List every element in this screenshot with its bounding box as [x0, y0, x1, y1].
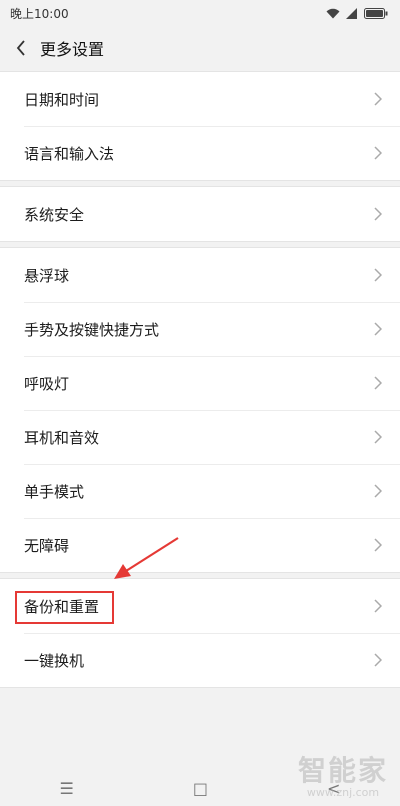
settings-item-accessibility[interactable]: 无障碍 — [0, 518, 400, 572]
settings-group-1: 日期和时间 语言和输入法 — [0, 71, 400, 181]
menu-button[interactable]: ☰ — [60, 779, 74, 798]
chevron-right-icon — [374, 653, 382, 667]
home-button[interactable]: □ — [193, 779, 208, 798]
settings-item-language-input[interactable]: 语言和输入法 — [0, 126, 400, 180]
watermark-url: www.znj.com — [306, 786, 380, 799]
status-time: 晚上10:00 — [10, 6, 69, 21]
chevron-right-icon — [374, 322, 382, 336]
settings-item-label: 悬浮球 — [24, 266, 70, 285]
status-icons — [326, 7, 388, 19]
settings-item-gesture-shortcuts[interactable]: 手势及按键快捷方式 — [0, 302, 400, 356]
settings-item-headphones-audio[interactable]: 耳机和音效 — [0, 410, 400, 464]
settings-item-breathing-light[interactable]: 呼吸灯 — [0, 356, 400, 410]
chevron-right-icon — [374, 376, 382, 390]
settings-item-system-security[interactable]: 系统安全 — [0, 187, 400, 241]
settings-item-one-handed-mode[interactable]: 单手模式 — [0, 464, 400, 518]
settings-item-label: 手势及按键快捷方式 — [24, 320, 160, 339]
settings-item-label: 耳机和音效 — [24, 428, 100, 447]
chevron-right-icon — [374, 146, 382, 160]
chevron-right-icon — [374, 92, 382, 106]
signal-icon — [346, 7, 357, 19]
settings-item-label: 语言和输入法 — [24, 144, 115, 163]
chevron-right-icon — [374, 484, 382, 498]
chevron-right-icon — [374, 599, 382, 613]
settings-item-date-time[interactable]: 日期和时间 — [0, 72, 400, 126]
status-bar: 晚上10:00 — [0, 0, 400, 26]
settings-group-3: 悬浮球 手势及按键快捷方式 呼吸灯 耳机和音效 单手模式 无障碍 — [0, 247, 400, 573]
settings-item-label: 单手模式 — [24, 482, 85, 501]
settings-item-floating-ball[interactable]: 悬浮球 — [0, 248, 400, 302]
settings-item-label: 日期和时间 — [24, 90, 100, 109]
chevron-right-icon — [374, 268, 382, 282]
chevron-right-icon — [374, 207, 382, 221]
wifi-icon — [326, 8, 340, 18]
highlight-box — [15, 591, 114, 624]
chevron-right-icon — [374, 430, 382, 444]
annotation-arrow-icon — [114, 537, 179, 579]
settings-group-2: 系统安全 — [0, 186, 400, 242]
settings-item-label: 系统安全 — [24, 205, 85, 224]
back-arrow-icon[interactable] — [12, 39, 30, 57]
header: 更多设置 — [0, 26, 400, 70]
watermark: 智能家 www.znj.com — [297, 754, 388, 799]
settings-item-label: 无障碍 — [24, 536, 70, 555]
watermark-brand: 智能家 — [297, 754, 388, 787]
chevron-right-icon — [374, 538, 382, 552]
settings-item-phone-migration[interactable]: 一键换机 — [0, 633, 400, 687]
page-title: 更多设置 — [40, 40, 105, 59]
settings-item-label: 呼吸灯 — [24, 374, 70, 393]
settings-item-label: 一键换机 — [24, 651, 85, 670]
battery-icon — [364, 7, 388, 19]
